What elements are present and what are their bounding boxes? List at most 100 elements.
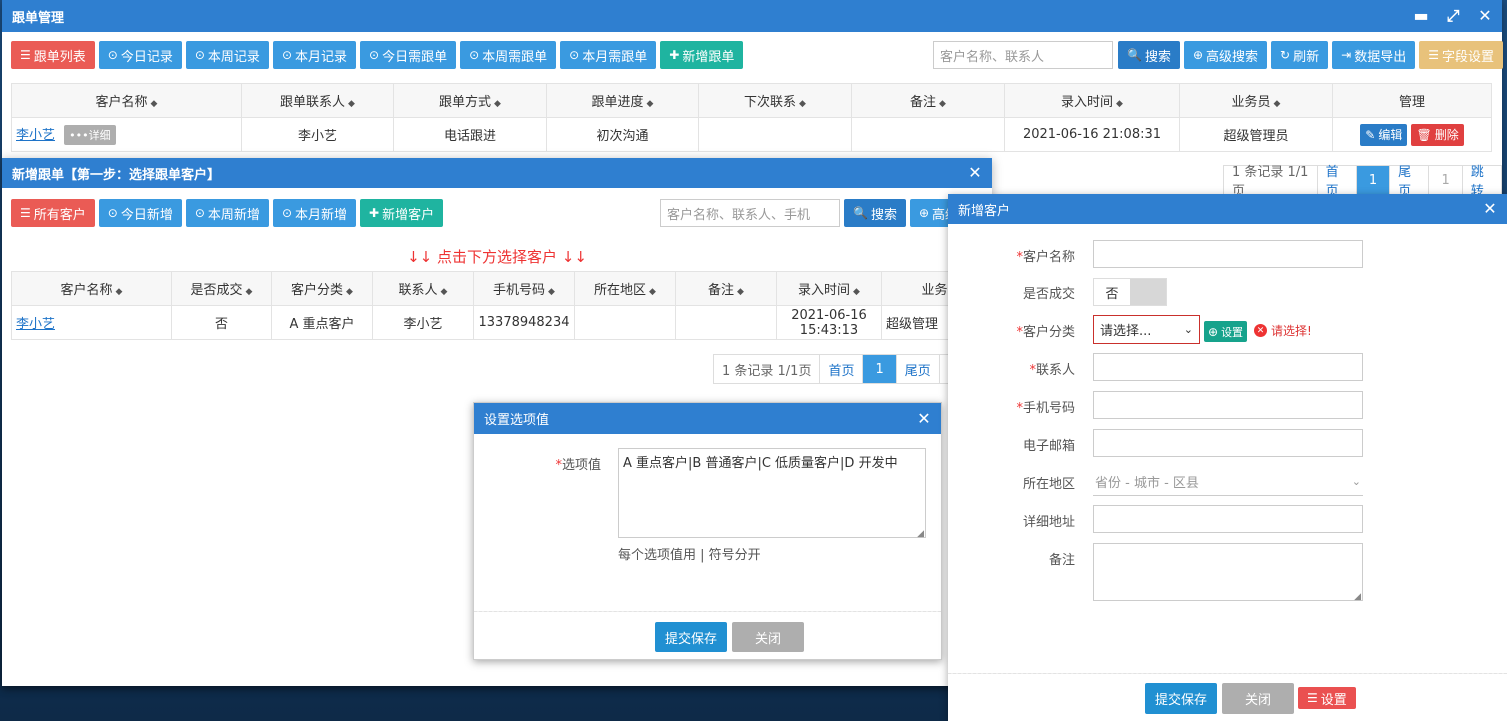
column-header-0[interactable]: 客户名称 ◆ [11, 83, 242, 118]
clock-icon: ⊙ [469, 48, 480, 62]
option-submit-button[interactable]: 提交保存 [655, 622, 727, 652]
toolbar-button-1[interactable]: ⊙ 今日新增 [98, 199, 182, 227]
customer-titlebar: 新增客户 ✕ [948, 194, 1507, 224]
table-row[interactable]: 李小艺 •••详细 李小艺 电话跟进 初次沟通 2021-06-16 21:08… [11, 117, 1492, 152]
toolbar-button-1[interactable]: ⊙ 今日记录 [98, 41, 182, 69]
choose-advanced-search-button[interactable]: ⊕高级 [909, 199, 950, 227]
customer-settings-button[interactable]: ☰ 设置 [1298, 687, 1356, 709]
toolbar-button-4[interactable]: ✚ 新增客户 [360, 199, 444, 227]
column-header-1[interactable]: 是否成交 ◆ [171, 271, 272, 306]
close-icon[interactable]: ✕ [966, 158, 984, 188]
toolbar-button-2[interactable]: ↻ 刷新 [1271, 41, 1329, 69]
customer-submit-button[interactable]: 提交保存 [1145, 683, 1217, 714]
pager-first[interactable]: 首页 [1318, 165, 1357, 199]
error-icon: ✕ [1254, 324, 1267, 337]
pager-jump-button[interactable]: 跳转 [1463, 165, 1501, 199]
maximize-icon[interactable]: ⤢ [1444, 0, 1462, 32]
column-header-7[interactable]: 业务员 ◆ [1179, 83, 1333, 118]
edit-button[interactable]: ✎ 编辑 [1360, 123, 1408, 146]
minimize-icon[interactable]: ▬ [1412, 0, 1430, 32]
close-icon[interactable]: ✕ [1481, 194, 1499, 224]
toolbar-button-0[interactable]: 🔍 搜索 [1118, 41, 1180, 69]
label-contact: *联系人 [1029, 363, 1075, 378]
column-header-4[interactable]: 下次联系 ◆ [698, 83, 852, 118]
label-customer-name: *客户名称 [1016, 250, 1075, 265]
cell-category: A 重点客户 [271, 305, 373, 340]
clock-icon: ⊙ [369, 48, 380, 62]
choose-toolbar: ☰ 所有客户 ⊙ 今日新增 ⊙ 本周新增 ⊙ 本月新增 ✚ 新增客户 [11, 199, 444, 227]
deal-toggle-label: 否 [1094, 279, 1130, 305]
choose-search-button[interactable]: 🔍 搜索 [844, 199, 906, 227]
column-header-6[interactable]: 录入时间 ◆ [1004, 83, 1180, 118]
sort-icon: ◆ [1273, 99, 1281, 109]
cell-next [698, 117, 852, 152]
toolbar-button-0[interactable]: ☰ 跟单列表 [11, 41, 95, 69]
delete-button[interactable]: 🗑 删除 [1411, 123, 1464, 146]
main-search-input[interactable]: 客户名称、联系人 [933, 41, 1113, 69]
cell-contact: 李小艺 [241, 117, 394, 152]
pager-last[interactable]: 尾页 [897, 355, 940, 383]
toolbar-button-5[interactable]: ⊙ 本周需跟单 [460, 41, 557, 69]
column-header-8[interactable]: 管理 [1332, 83, 1492, 118]
customer-link[interactable]: 李小艺 [16, 128, 55, 143]
phone-input[interactable] [1093, 391, 1363, 419]
customer-link[interactable]: 李小艺 [16, 317, 55, 332]
toolbar-button-4[interactable]: ⊙ 今日需跟单 [360, 41, 457, 69]
column-header-2[interactable]: 跟单方式 ◆ [393, 83, 547, 118]
choose-search-input[interactable]: 客户名称、联系人、手机 [660, 199, 840, 227]
follow-table-header: 客户名称 ◆ 跟单联系人 ◆ 跟单方式 ◆ 跟单进度 ◆ 下次联系 ◆ 备注 ◆ 录入时间 ◆ 业务员 ◆ 管理 [11, 83, 1492, 118]
column-header-5[interactable]: 所在地区 ◆ [574, 271, 676, 306]
customer-name-input[interactable] [1093, 240, 1363, 268]
email-input[interactable] [1093, 429, 1363, 457]
pager-first[interactable]: 首页 [820, 355, 864, 383]
list-icon: ☰ [20, 48, 31, 62]
close-icon[interactable]: ✕ [915, 403, 933, 434]
column-header-5[interactable]: 备注 ◆ [851, 83, 1005, 118]
pager-jump-input[interactable]: 1 [1429, 166, 1463, 194]
toolbar-button-4[interactable]: ☰ 字段设置 [1419, 41, 1503, 69]
category-select[interactable]: 请选择... ⌄ [1093, 315, 1200, 344]
toolbar-button-3[interactable]: ⇥ 数据导出 [1332, 41, 1416, 69]
edit-icon: ✎ [1365, 127, 1376, 142]
column-header-1[interactable]: 跟单联系人 ◆ [241, 83, 394, 118]
remark-textarea[interactable]: ◢ [1093, 543, 1363, 602]
toolbar-button-2[interactable]: ⊙ 本周记录 [185, 41, 269, 69]
contact-input[interactable] [1093, 353, 1363, 381]
toolbar-button-0[interactable]: ☰ 所有客户 [11, 199, 95, 227]
label-deal: 是否成交 [1022, 287, 1075, 302]
pager-current[interactable]: 1 [1356, 166, 1391, 194]
option-value-textarea[interactable]: A 重点客户|B 普通客户|C 低质量客户|D 开发中 ◢ [618, 448, 926, 539]
customer-close-button[interactable]: 关闭 [1222, 683, 1294, 714]
column-header-4[interactable]: 手机号码 ◆ [473, 271, 575, 306]
toolbar-button-1[interactable]: ⊕ 高级搜索 [1183, 41, 1268, 69]
column-header-6[interactable]: 备注 ◆ [675, 271, 777, 306]
label-category: *客户分类 [1016, 325, 1075, 340]
customer-table: 客户名称 ◆ 是否成交 ◆ 客户分类 ◆ 联系人 ◆ 手机号码 ◆ 所在地区 ◆ 备注 ◆ 录入时间 ◆ 业务员… [11, 271, 1001, 340]
pager-last[interactable]: 尾页 [1390, 165, 1430, 199]
column-header-2[interactable]: 客户分类 ◆ [271, 271, 373, 306]
table-row[interactable]: 李小艺 否 A 重点客户 李小艺 13378948234 2021-06-16 … [11, 305, 1001, 340]
detail-button[interactable]: •••详细 [64, 125, 116, 145]
category-set-button[interactable]: ⊕ 设置 [1204, 321, 1248, 342]
option-close-button[interactable]: 关闭 [732, 622, 804, 652]
cell-contact: 李小艺 [372, 305, 474, 340]
toolbar-button-3[interactable]: ⊙ 本月记录 [272, 41, 357, 69]
column-header-3[interactable]: 跟单进度 ◆ [546, 83, 699, 118]
clock-icon: ⊙ [107, 206, 118, 220]
address-input[interactable] [1093, 505, 1363, 533]
sort-icon: ◆ [646, 99, 654, 109]
toolbar-button-6[interactable]: ⊙ 本月需跟单 [560, 41, 657, 69]
toolbar-button-7[interactable]: ✚ 新增跟单 [660, 41, 744, 69]
column-header-7[interactable]: 录入时间 ◆ [776, 271, 882, 306]
plus-circle-icon: ⊕ [1208, 324, 1219, 339]
column-header-0[interactable]: 客户名称 ◆ [11, 271, 172, 306]
close-icon[interactable]: ✕ [1476, 0, 1494, 32]
pager-current[interactable]: 1 [863, 355, 897, 383]
deal-toggle[interactable]: 否 [1093, 278, 1167, 306]
customer-window-title: 新增客户 [958, 203, 1011, 219]
column-header-3[interactable]: 联系人 ◆ [372, 271, 474, 306]
region-picker[interactable]: 省份 - 城市 - 区县 ⌄ [1093, 467, 1363, 496]
cell-region [574, 305, 676, 340]
toolbar-button-2[interactable]: ⊙ 本周新增 [185, 199, 269, 227]
toolbar-button-3[interactable]: ⊙ 本月新增 [272, 199, 357, 227]
